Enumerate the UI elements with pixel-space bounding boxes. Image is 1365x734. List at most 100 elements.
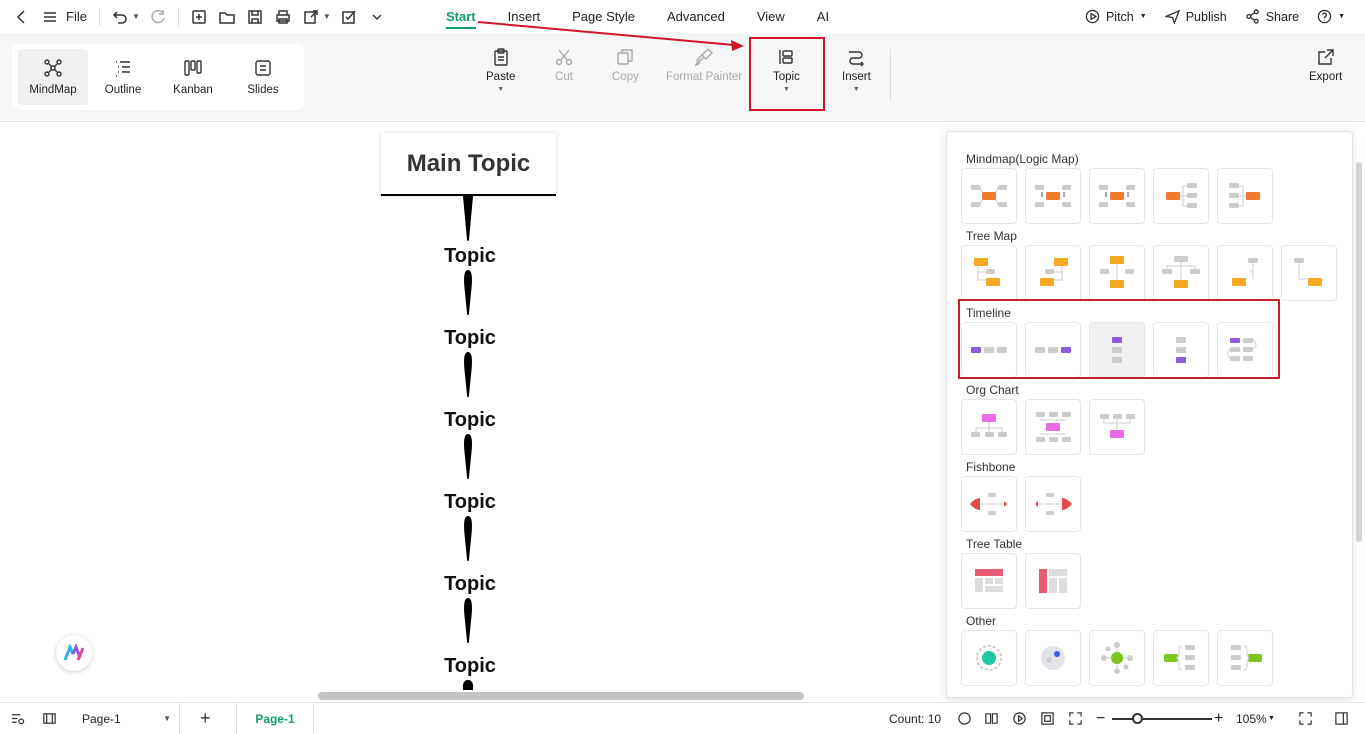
sidebar-icon (43, 713, 56, 724)
zoom-caret-icon[interactable]: ▼ (1268, 703, 1275, 734)
fit-page-button[interactable] (1040, 703, 1055, 734)
layout-mindmap-updown[interactable] (1025, 168, 1081, 224)
export-file-icon[interactable] (300, 6, 322, 28)
layout-mindmap[interactable] (961, 168, 1017, 224)
page-selector[interactable]: Page-1 ▼ (72, 703, 180, 734)
layout-tree-table-vertical[interactable] (1025, 553, 1081, 609)
layout-org-down[interactable] (961, 399, 1017, 455)
view-outline-button[interactable]: Outline (88, 49, 158, 105)
horizontal-scrollbar[interactable] (318, 692, 804, 700)
clipboard-icon (494, 48, 508, 66)
paste-label: Paste (486, 71, 516, 83)
topic-node[interactable]: Topic (420, 655, 520, 678)
vertical-scrollbar[interactable] (1356, 162, 1362, 542)
copy-button[interactable]: Copy (612, 47, 639, 83)
layout-tree-table-horizontal[interactable] (961, 553, 1017, 609)
topic-node[interactable]: Topic (420, 245, 520, 268)
layout-sector[interactable] (1089, 630, 1145, 686)
collapse-panel-button[interactable] (1334, 703, 1349, 734)
topic-node[interactable]: Topic (420, 327, 520, 350)
zoom-slider[interactable] (1112, 703, 1212, 734)
layout-panel: Mindmap(Logic Map) Tree Map Timeline Org… (946, 131, 1353, 698)
layout-circle[interactable] (961, 630, 1017, 686)
section-title-other: Other (966, 614, 997, 628)
panel-toggle[interactable] (42, 703, 57, 734)
layout-mindmap-downup[interactable] (1089, 168, 1145, 224)
topic-node[interactable]: Topic (420, 409, 520, 432)
zoom-out-button[interactable]: − (1096, 703, 1105, 734)
tab-ai[interactable]: AI (801, 0, 845, 33)
connector (464, 352, 472, 398)
format-painter-button[interactable]: Format Painter (666, 47, 742, 83)
tab-advanced[interactable]: Advanced (651, 0, 741, 33)
export-button[interactable]: Export (1309, 47, 1342, 83)
layout-tree-down[interactable] (1153, 245, 1209, 301)
redo-icon[interactable] (147, 6, 169, 28)
back-icon[interactable] (11, 6, 33, 28)
insert-button[interactable]: Insert ▼ (842, 47, 871, 93)
connector (464, 598, 472, 644)
play-icon (1013, 712, 1026, 725)
save-icon[interactable] (244, 6, 266, 28)
layout-bracket-left[interactable] (1217, 630, 1273, 686)
open-folder-icon[interactable] (216, 6, 238, 28)
menu-icon[interactable] (39, 6, 61, 28)
layout-tree-up-right[interactable] (1281, 245, 1337, 301)
layout-tree-both[interactable] (1089, 245, 1145, 301)
fullscreen-button[interactable] (1298, 703, 1313, 734)
share-button[interactable]: Share (1245, 9, 1299, 24)
view-kanban-button[interactable]: Kanban (158, 49, 228, 105)
page-selector-caret-icon: ▼ (163, 714, 171, 723)
book-view-button[interactable] (984, 703, 999, 734)
zoom-in-button[interactable]: + (1214, 703, 1223, 734)
more-chevron-icon[interactable] (366, 6, 388, 28)
layout-fishbone-left[interactable] (961, 476, 1017, 532)
new-file-icon[interactable] (188, 6, 210, 28)
help-button[interactable]: ▼ (1317, 9, 1345, 24)
pitch-button[interactable]: Pitch ▼ (1085, 9, 1147, 24)
tab-view[interactable]: View (741, 0, 801, 33)
separator (98, 7, 100, 26)
layout-tree-up-left[interactable] (1217, 245, 1273, 301)
main-topic[interactable]: Main Topic (381, 133, 556, 196)
layout-right-map[interactable] (1153, 168, 1209, 224)
add-page-button[interactable]: + (200, 703, 211, 734)
fit-screen-button[interactable] (1068, 703, 1083, 734)
list-settings-icon (11, 714, 25, 725)
cut-button[interactable]: Cut (554, 47, 574, 83)
file-menu[interactable]: File (66, 9, 87, 24)
layout-bracket-right[interactable] (1153, 630, 1209, 686)
undo-caret-icon[interactable]: ▼ (132, 12, 140, 21)
checklist-icon[interactable] (338, 6, 360, 28)
topic-node[interactable]: Topic (420, 491, 520, 514)
menu-tabs: Start Insert Page Style Advanced View AI (430, 0, 845, 33)
layout-tree-right[interactable] (961, 245, 1017, 301)
tab-start[interactable]: Start (430, 0, 492, 33)
layout-left-map[interactable] (1217, 168, 1273, 224)
paste-button[interactable]: Paste ▼ (486, 47, 515, 93)
connector (464, 434, 472, 480)
publish-button[interactable]: Publish (1164, 9, 1227, 24)
export-caret-icon[interactable]: ▼ (323, 12, 331, 21)
view-mindmap-button[interactable]: MindMap (18, 49, 88, 105)
undo-icon[interactable] (109, 6, 131, 28)
zoom-level[interactable]: 105% (1236, 703, 1267, 734)
view-kanban-label: Kanban (173, 84, 213, 96)
tab-page-style[interactable]: Page Style (556, 0, 651, 33)
play-button[interactable] (1012, 703, 1027, 734)
layout-org-both[interactable] (1025, 399, 1081, 455)
print-icon[interactable] (272, 6, 294, 28)
layout-fishbone-right[interactable] (1025, 476, 1081, 532)
layout-bubble[interactable] (1025, 630, 1081, 686)
ai-assistant-logo[interactable] (56, 635, 92, 671)
layout-org-up[interactable] (1089, 399, 1145, 455)
focus-mode-button[interactable] (957, 703, 972, 734)
topic-node[interactable]: Topic (420, 573, 520, 596)
layout-tree-left[interactable] (1025, 245, 1081, 301)
view-slides-button[interactable]: Slides (228, 49, 298, 105)
tab-insert[interactable]: Insert (492, 0, 557, 33)
outline-toggle[interactable] (10, 703, 25, 734)
page-tab[interactable]: Page-1 (236, 703, 314, 734)
share-label: Share (1265, 9, 1300, 24)
ribbon-toolbar: MindMap Outline Kanban Slides Paste ▼ Cu… (0, 33, 1365, 122)
